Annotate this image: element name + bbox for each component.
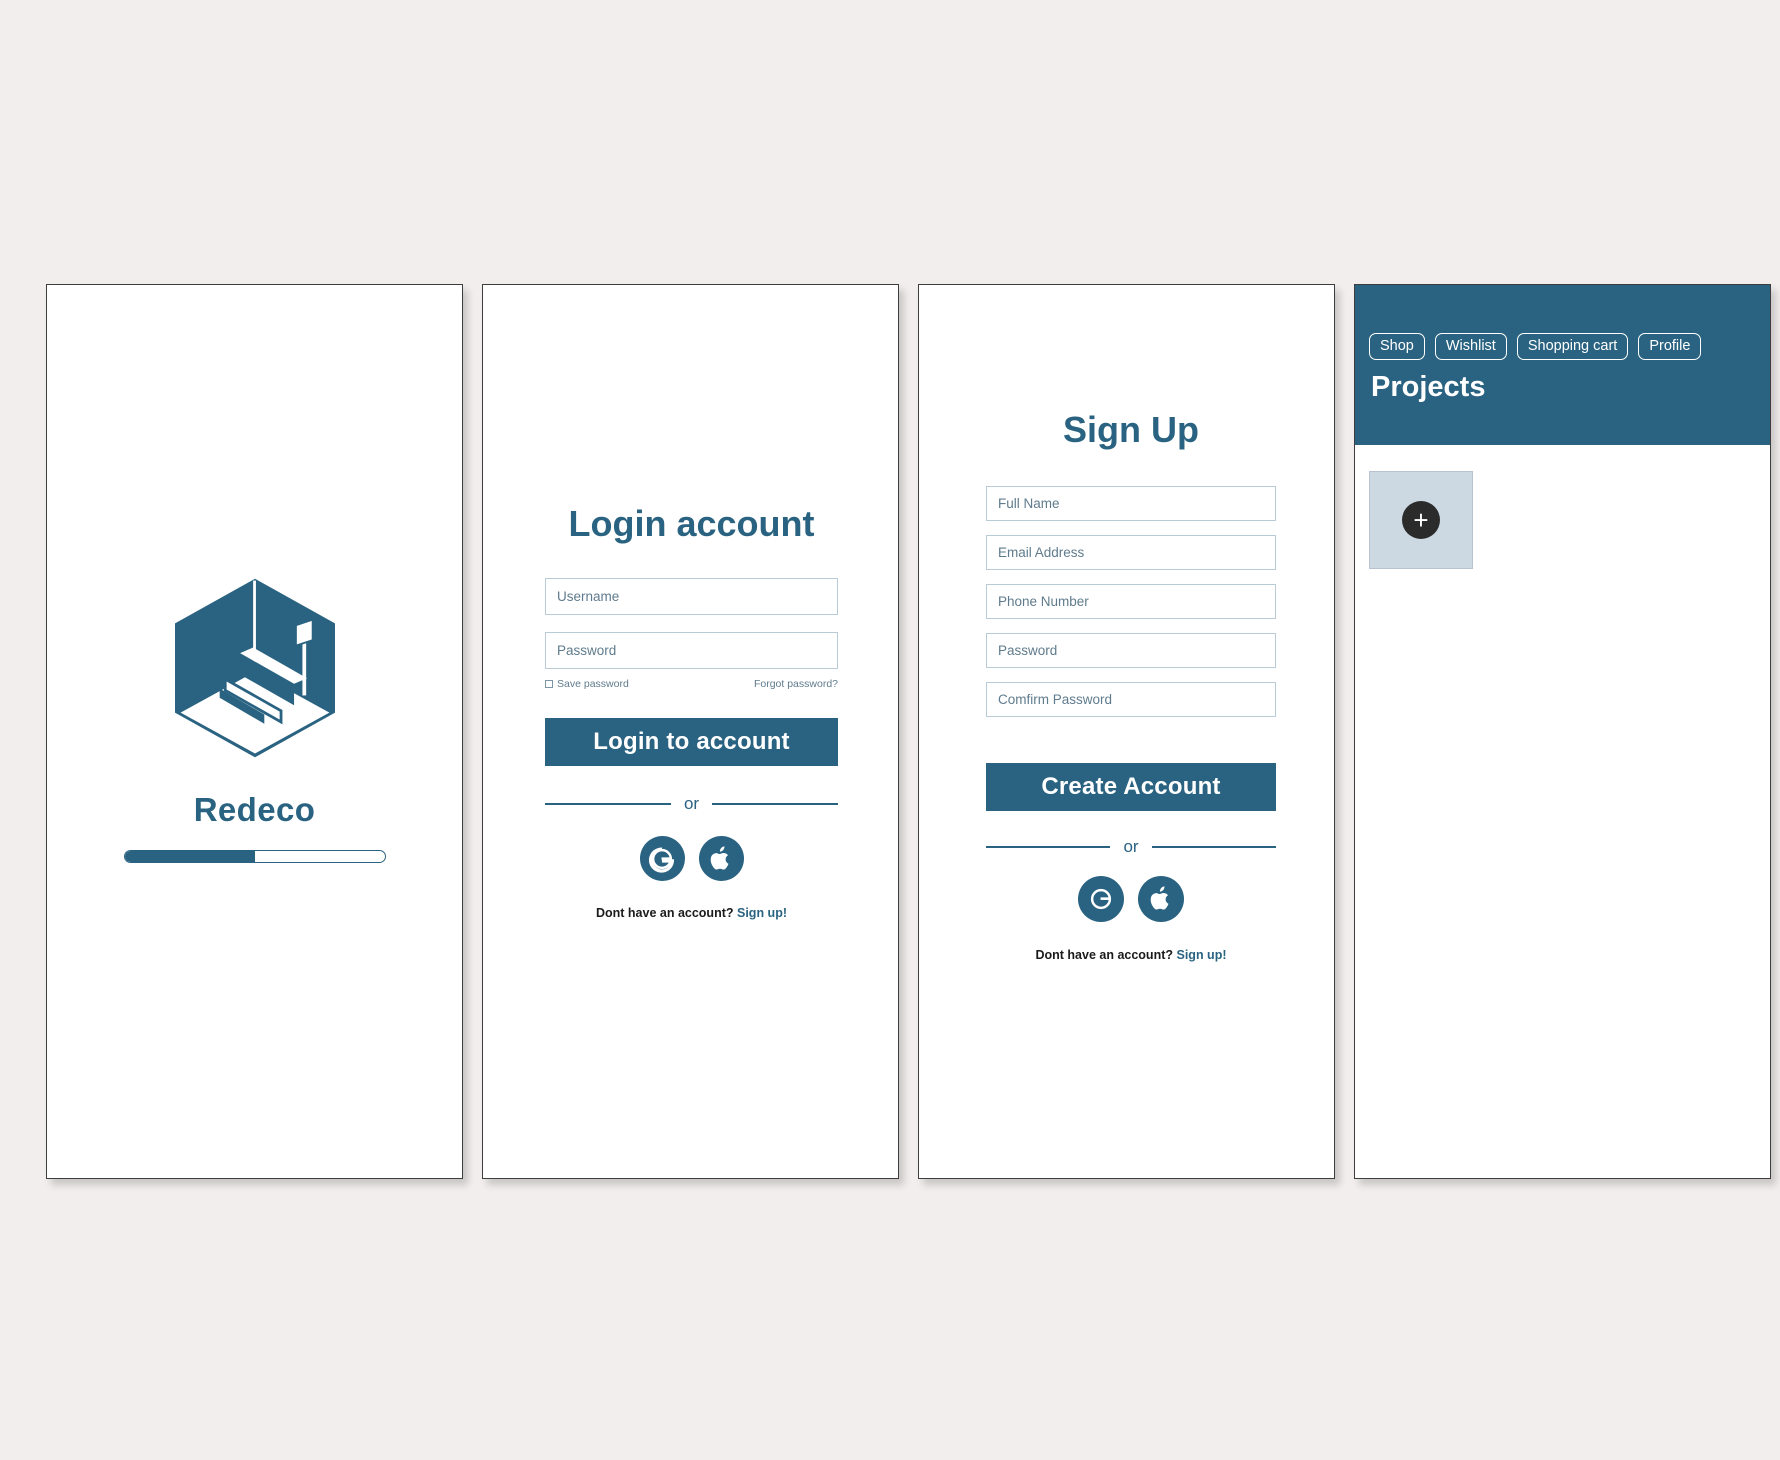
isometric-room-logo-icon [171, 575, 339, 761]
nav-item-wishlist[interactable]: Wishlist [1434, 333, 1507, 360]
login-submit-button[interactable]: Login to account [545, 718, 838, 766]
projects-screen: Shop Wishlist Shopping cart Profile Proj… [1354, 284, 1771, 1179]
signup-divider: or [986, 837, 1276, 857]
email-address-input[interactable]: Email Address [986, 535, 1276, 570]
phone-number-placeholder: Phone Number [998, 594, 1089, 609]
signup-form: Sign Up Full Name Email Address Phone Nu… [986, 409, 1276, 962]
splash-screen: Redeco [46, 284, 463, 1179]
divider-rule-left [986, 846, 1111, 848]
login-options-row: Save password Forgot password? [545, 678, 838, 690]
password-placeholder: Password [557, 643, 617, 658]
divider-label: or [683, 794, 700, 813]
signup-screen: Sign Up Full Name Email Address Phone Nu… [918, 284, 1335, 1179]
login-signup-prompt-text: Dont have an account? [595, 906, 734, 920]
full-name-input[interactable]: Full Name [986, 486, 1276, 521]
screen-mockups: Redeco Login account Username Password S… [46, 284, 1771, 1179]
confirm-password-input[interactable]: Comfirm Password [986, 682, 1276, 717]
loading-progress-fill [124, 851, 255, 862]
projects-grid: + [1355, 445, 1770, 569]
divider-rule-right [712, 803, 838, 805]
plus-icon[interactable]: + [1402, 501, 1440, 539]
signup-password-input[interactable]: Password [986, 633, 1276, 668]
confirm-password-placeholder: Comfirm Password [998, 692, 1113, 707]
username-input[interactable]: Username [545, 578, 838, 615]
login-signup-link[interactable]: Sign up! [737, 906, 787, 920]
divider-rule-right [1151, 846, 1276, 848]
signup-footer-text: Dont have an account? [1035, 948, 1174, 962]
save-password-checkbox[interactable]: Save password [545, 678, 629, 690]
save-password-label: Save password [557, 678, 629, 690]
nav-item-shop[interactable]: Shop [1369, 333, 1425, 360]
login-signup-prompt: Dont have an account? Sign up! [545, 906, 838, 920]
nav-item-profile[interactable]: Profile [1638, 333, 1702, 360]
email-address-placeholder: Email Address [998, 545, 1085, 560]
google-signup-button[interactable] [1078, 876, 1124, 922]
forgot-password-link[interactable]: Forgot password? [754, 678, 838, 690]
apple-signup-button[interactable] [1138, 876, 1184, 922]
google-g-icon [1090, 888, 1112, 910]
password-input[interactable]: Password [545, 632, 838, 669]
login-screen: Login account Username Password Save pas… [482, 284, 899, 1179]
divider-rule-left [545, 803, 671, 805]
signup-social-buttons [986, 876, 1276, 922]
loading-progress-bar [123, 850, 386, 863]
login-form: Login account Username Password Save pas… [545, 503, 838, 920]
google-login-button[interactable] [639, 836, 685, 881]
phone-number-input[interactable]: Phone Number [986, 584, 1276, 619]
apple-logo-icon [710, 845, 729, 870]
login-title: Login account [568, 503, 815, 544]
signup-password-placeholder: Password [998, 643, 1058, 658]
projects-header: Shop Wishlist Shopping cart Profile Proj… [1355, 285, 1770, 445]
page-title: Projects [1371, 371, 1486, 403]
full-name-placeholder: Full Name [998, 496, 1060, 511]
app-brand-name: Redeco [193, 791, 316, 828]
apple-login-button[interactable] [698, 836, 744, 881]
splash-content: Redeco [47, 575, 462, 863]
create-account-label: Create Account [1041, 773, 1221, 800]
signup-footer-prompt: Dont have an account? Sign up! [986, 948, 1276, 962]
divider-label: or [1123, 837, 1139, 856]
login-divider: or [545, 794, 838, 814]
create-account-button[interactable]: Create Account [986, 763, 1276, 811]
login-submit-label: Login to account [593, 728, 790, 755]
nav-item-shopping-cart[interactable]: Shopping cart [1516, 333, 1629, 360]
checkbox-box-icon [545, 680, 553, 688]
login-social-buttons [545, 836, 838, 881]
signup-footer-link[interactable]: Sign up! [1177, 948, 1227, 962]
google-g-icon [648, 847, 674, 873]
signup-title: Sign Up [1063, 409, 1199, 450]
add-project-card[interactable]: + [1369, 471, 1473, 569]
username-placeholder: Username [557, 589, 620, 604]
apple-logo-icon [1150, 886, 1169, 910]
top-navigation: Shop Wishlist Shopping cart Profile [1369, 333, 1702, 360]
